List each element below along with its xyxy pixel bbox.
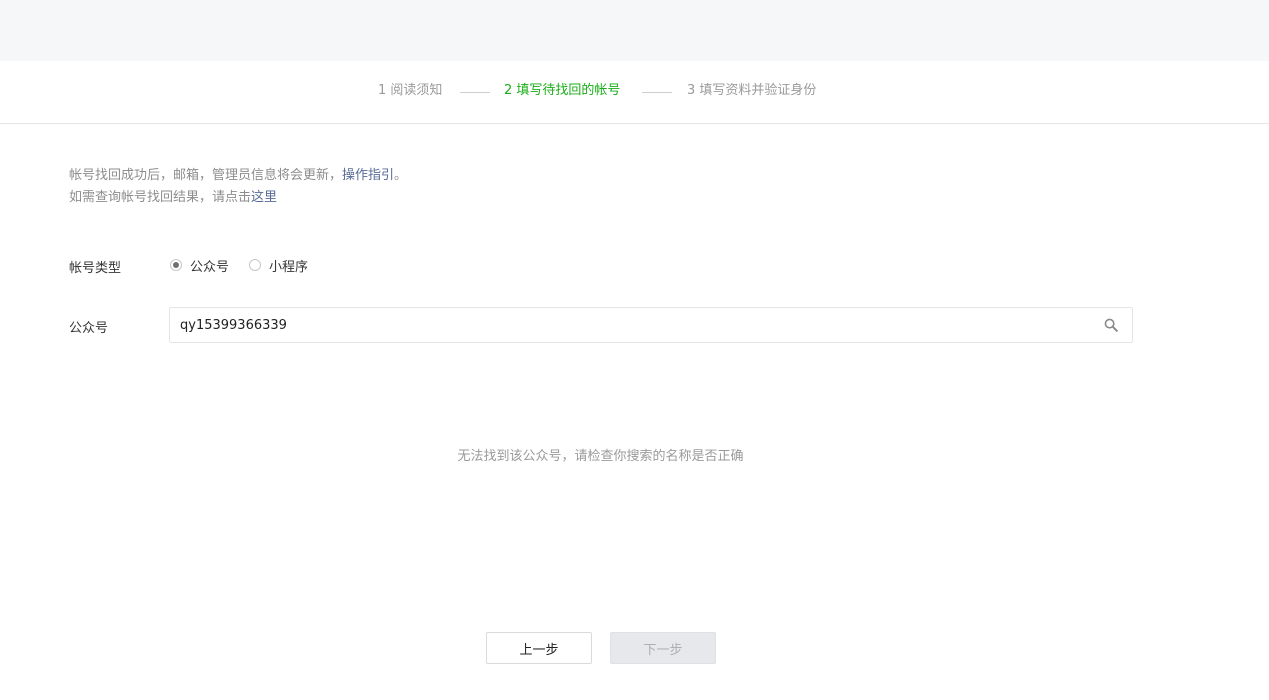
account-type-label: 帐号类型 <box>69 261 122 276</box>
notice-line-2: 如需查询帐号找回结果，请点击这里 <box>69 187 407 209</box>
next-step-button[interactable]: 下一步 <box>610 632 716 664</box>
account-search-input[interactable] <box>180 308 1080 342</box>
radio-label-official-account: 公众号 <box>190 259 230 275</box>
previous-step-button[interactable]: 上一步 <box>486 632 592 664</box>
radio-unchecked-icon[interactable] <box>249 259 262 271</box>
step-3: 3 填写资料并验证身份 <box>687 83 817 98</box>
step-indicator: 1 阅读须知 2 填写待找回的帐号 3 填写资料并验证身份 <box>0 61 1269 124</box>
no-result-message: 无法找到该公众号，请检查你搜索的名称是否正确 <box>457 449 744 464</box>
step-1: 1 阅读须知 <box>378 83 443 98</box>
step-divider <box>642 92 672 93</box>
radio-mini-program[interactable]: 小程序 <box>249 256 308 275</box>
radio-official-account[interactable]: 公众号 <box>170 256 229 275</box>
account-search-field <box>169 307 1133 343</box>
query-result-link[interactable]: 这里 <box>251 190 277 205</box>
account-type-radio-group: 公众号 小程序 <box>170 255 328 275</box>
official-account-label: 公众号 <box>69 321 109 336</box>
notice-text: 帐号找回成功后，邮箱，管理员信息将会更新，操作指引。 如需查询帐号找回结果，请点… <box>69 165 407 209</box>
top-header-band <box>0 0 1269 61</box>
notice-line-1-end: 。 <box>394 168 408 183</box>
step-divider <box>460 92 490 93</box>
radio-checked-icon[interactable] <box>170 259 182 271</box>
notice-line-2-text: 如需查询帐号找回结果，请点击 <box>69 190 252 205</box>
notice-line-1-text: 帐号找回成功后，邮箱，管理员信息将会更新， <box>69 168 343 183</box>
search-icon[interactable] <box>1104 318 1118 332</box>
operation-guide-link[interactable]: 操作指引 <box>342 168 394 183</box>
notice-line-1: 帐号找回成功后，邮箱，管理员信息将会更新，操作指引。 <box>69 165 407 187</box>
radio-label-mini-program: 小程序 <box>269 259 309 275</box>
step-2-active: 2 填写待找回的帐号 <box>504 83 621 98</box>
